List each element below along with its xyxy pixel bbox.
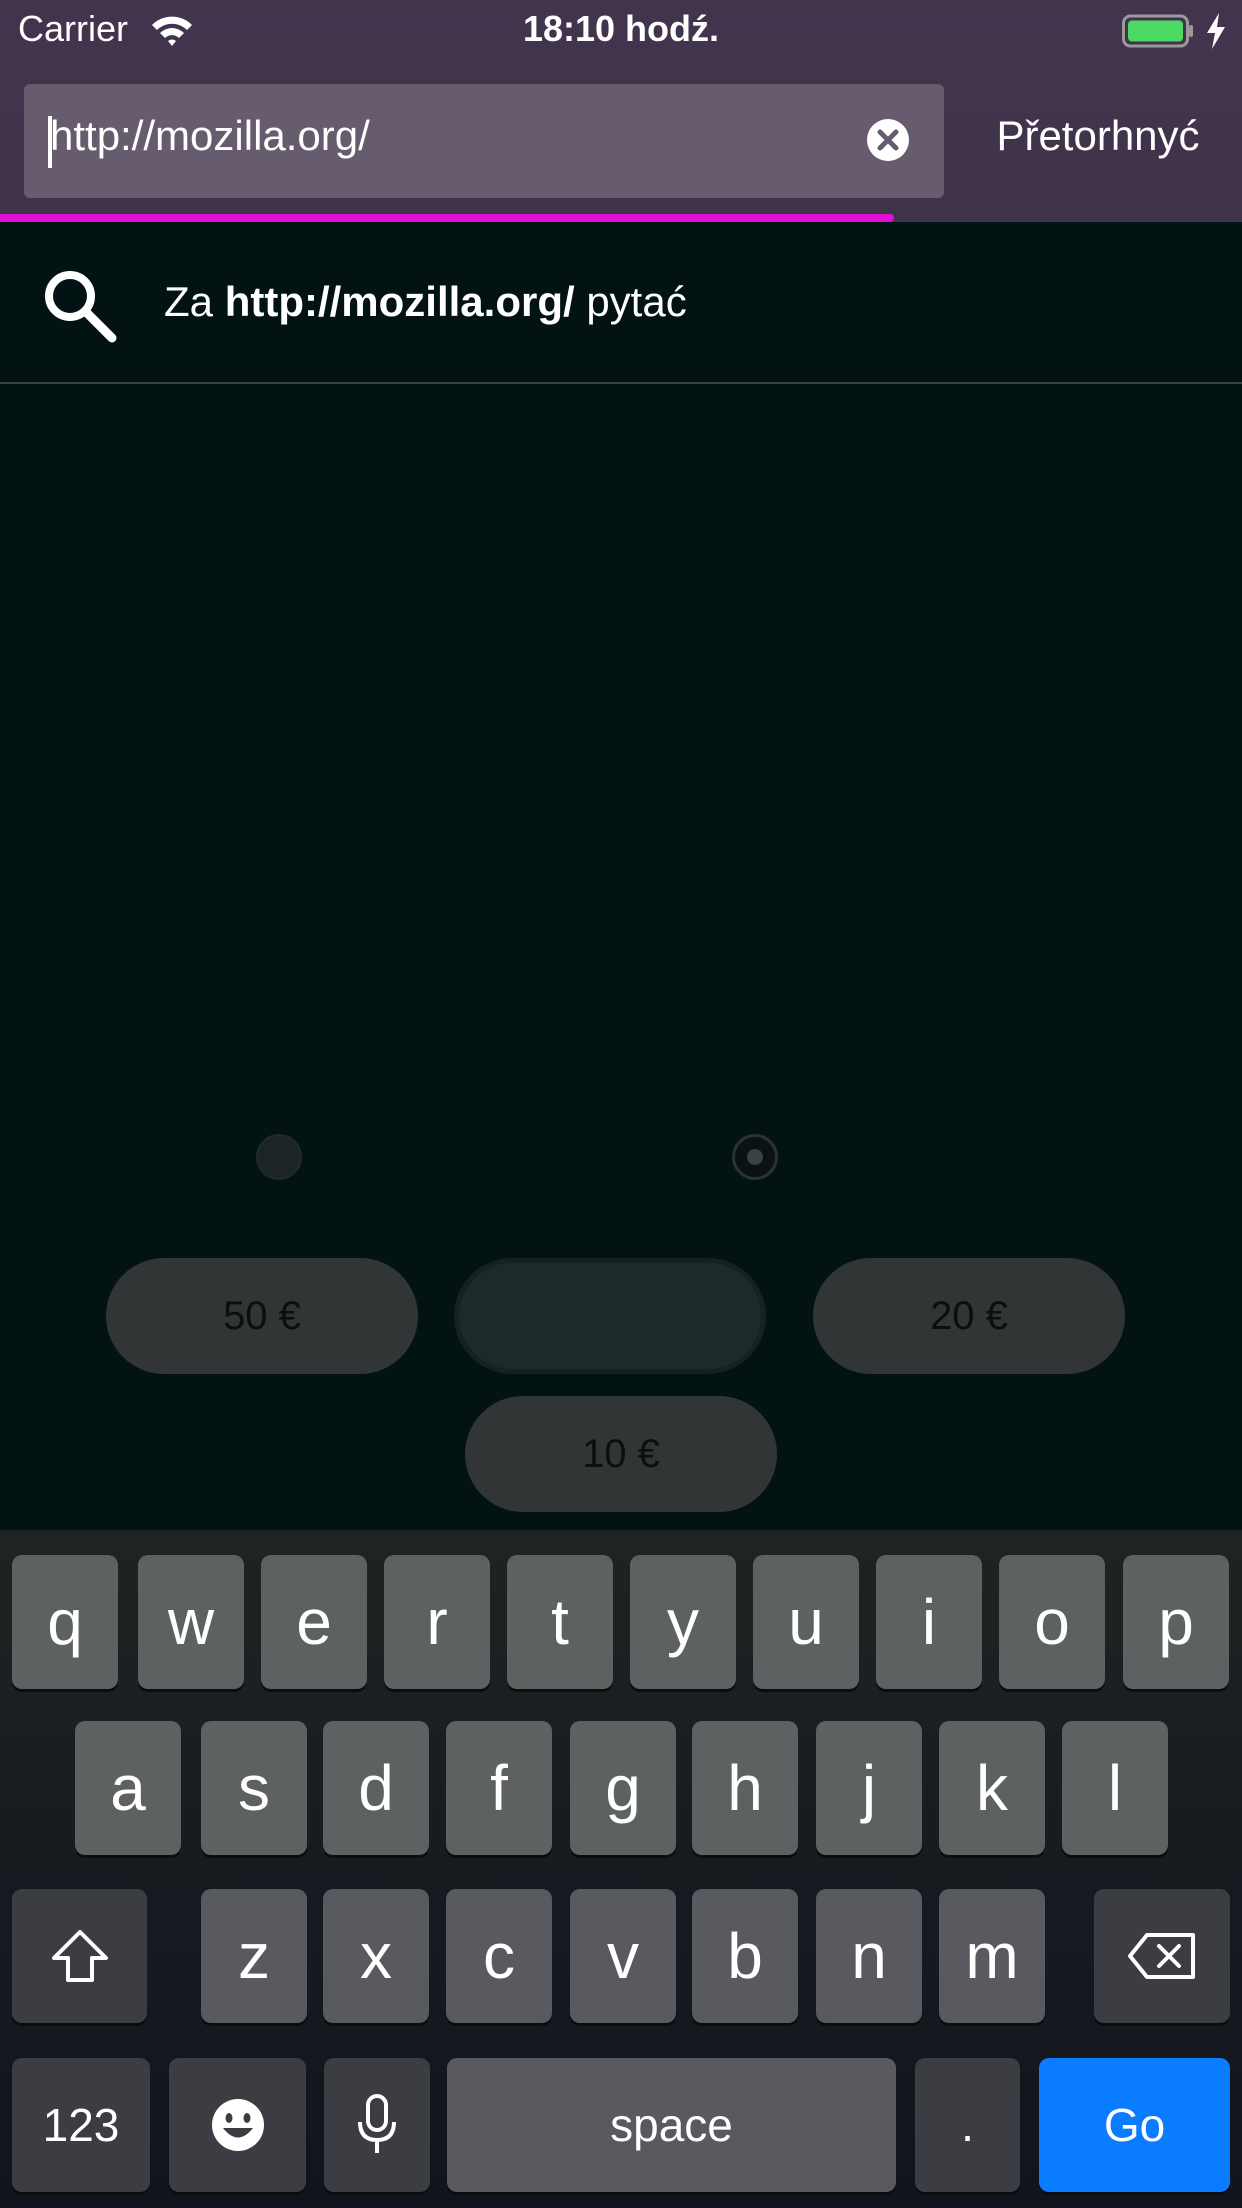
url-input-text[interactable]: http://mozilla.org/ xyxy=(50,112,370,160)
browser-toolbar: Carrier 18:10 hodź. http://mozilla.org/ … xyxy=(0,0,1242,222)
amount-20-button[interactable]: 20 € xyxy=(813,1258,1125,1374)
period-key[interactable]: . xyxy=(915,2058,1020,2192)
key-y[interactable]: y xyxy=(630,1555,736,1689)
clear-url-icon[interactable] xyxy=(866,118,910,162)
key-j[interactable]: j xyxy=(816,1721,922,1855)
dictation-key[interactable] xyxy=(324,2058,430,2192)
key-s[interactable]: s xyxy=(201,1721,307,1855)
key-w[interactable]: w xyxy=(138,1555,244,1689)
shift-key[interactable] xyxy=(12,1889,147,2023)
keyboard: q w e r t y u i o p a s d f g h j k l z … xyxy=(0,1530,1242,2208)
space-key[interactable]: space xyxy=(447,2058,896,2192)
key-o[interactable]: o xyxy=(999,1555,1105,1689)
status-bar: Carrier 18:10 hodź. xyxy=(0,0,1242,62)
suggestion-prefix: Za xyxy=(164,278,214,325)
key-t[interactable]: t xyxy=(507,1555,613,1689)
backspace-icon xyxy=(1128,1933,1195,1979)
amount-selected-button[interactable] xyxy=(454,1258,766,1374)
key-e[interactable]: e xyxy=(261,1555,367,1689)
charging-icon xyxy=(1207,13,1225,49)
key-n[interactable]: n xyxy=(816,1889,922,2023)
key-r[interactable]: r xyxy=(384,1555,490,1689)
text-cursor xyxy=(48,116,52,168)
page-load-progress xyxy=(0,214,1242,222)
key-c[interactable]: c xyxy=(446,1889,552,2023)
battery-icon xyxy=(1122,14,1193,48)
key-l[interactable]: l xyxy=(1062,1721,1168,1855)
key-p[interactable]: p xyxy=(1123,1555,1229,1689)
cancel-button[interactable]: Přetorhnyć xyxy=(968,112,1228,160)
progress-fill xyxy=(0,214,895,222)
key-u[interactable]: u xyxy=(753,1555,859,1689)
status-time: 18:10 hodź. xyxy=(522,8,720,49)
emoji-key[interactable] xyxy=(169,2058,306,2192)
go-key[interactable]: Go xyxy=(1039,2058,1230,2192)
carousel-dot-active[interactable] xyxy=(732,1134,778,1180)
key-i[interactable]: i xyxy=(876,1555,982,1689)
amount-10-button[interactable]: 10 € xyxy=(465,1396,777,1512)
key-x[interactable]: x xyxy=(323,1889,429,2023)
numbers-key[interactable]: 123 xyxy=(12,2058,150,2192)
key-q[interactable]: q xyxy=(12,1555,118,1689)
key-a[interactable]: a xyxy=(75,1721,181,1855)
key-z[interactable]: z xyxy=(201,1889,307,2023)
emoji-icon xyxy=(211,2099,264,2151)
carousel-dot[interactable] xyxy=(256,1134,302,1180)
key-k[interactable]: k xyxy=(939,1721,1045,1855)
amount-50-button[interactable]: 50 € xyxy=(106,1258,418,1374)
key-h[interactable]: h xyxy=(692,1721,798,1855)
url-field[interactable]: http://mozilla.org/ xyxy=(24,84,944,198)
key-m[interactable]: m xyxy=(939,1889,1045,2023)
delete-key[interactable] xyxy=(1094,1889,1230,2023)
suggestion-text: Za http://mozilla.org/ pytać xyxy=(164,278,687,326)
search-suggestion-row[interactable]: Za http://mozilla.org/ pytać xyxy=(0,222,1242,384)
suggestion-query: http://mozilla.org/ xyxy=(224,278,575,325)
key-v[interactable]: v xyxy=(570,1889,676,2023)
suggestion-suffix: pytać xyxy=(586,278,687,325)
microphone-icon xyxy=(358,2094,396,2153)
key-d[interactable]: d xyxy=(323,1721,429,1855)
shift-icon xyxy=(51,1930,108,1982)
search-icon xyxy=(45,271,117,343)
key-b[interactable]: b xyxy=(692,1889,798,2023)
key-f[interactable]: f xyxy=(446,1721,552,1855)
key-g[interactable]: g xyxy=(570,1721,676,1855)
